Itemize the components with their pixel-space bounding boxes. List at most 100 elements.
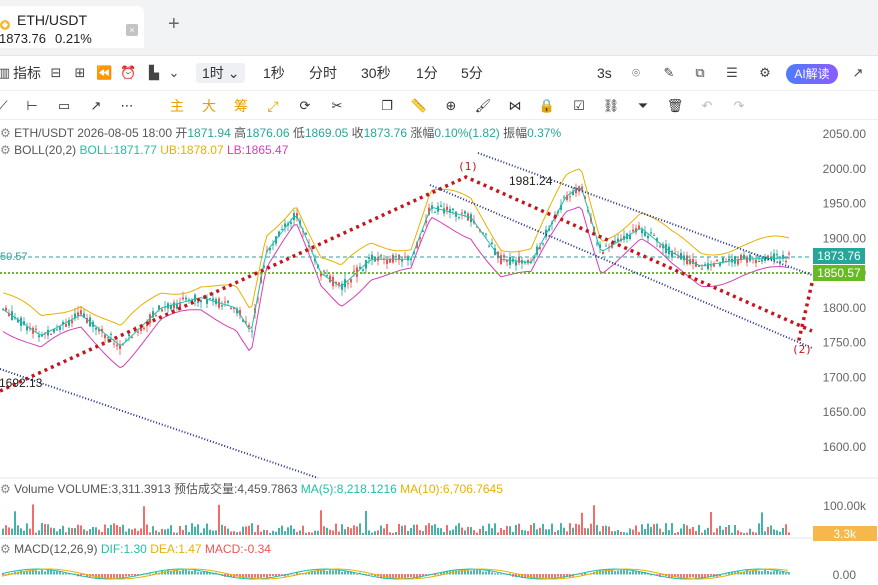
candle-body [56,329,58,331]
erase-drawing-icon[interactable]: ✂ [328,97,346,115]
camera-icon[interactable]: ⌾ [628,65,644,81]
rewind-icon[interactable]: ⏪ [96,65,112,81]
volume-bar [449,530,451,535]
volume-settings-icon[interactable]: ⚙ [0,482,11,496]
interval-30s[interactable]: 30秒 [361,65,391,81]
volume-bar [269,532,271,535]
ai-interpret-button[interactable]: AI解读 [786,64,838,84]
candle-body [641,230,643,234]
candle-body [461,212,463,214]
candle-body [458,217,460,219]
volume-bar [734,524,736,535]
interval-1h[interactable]: 1时 ⌄ [196,63,246,83]
candle-body [488,245,490,247]
redo-icon[interactable]: ↷ [730,97,748,115]
arrow-tool-icon[interactable]: ↗ [87,97,105,115]
boll-settings-icon[interactable]: ⚙ [0,143,11,157]
wave-1-label: (1) [458,160,478,173]
volume-bar [416,524,418,535]
legend-settings-icon[interactable]: ⚙ [0,126,11,140]
trend-icon[interactable]: ↗ [850,65,866,81]
replay-speed[interactable]: 3s [597,65,612,81]
close-tab-icon[interactable]: × [126,24,138,36]
price-axis[interactable]: 2050.002000.001950.001900.001850.001800.… [823,127,867,454]
volume-bar [665,523,667,535]
hide-drawings-icon[interactable]: ☑ [570,97,588,115]
volume-bar [740,532,742,535]
tab-eth-usdt[interactable]: ◆ ETH/USDT 1873.76 0.21% × [0,6,144,48]
magnet-icon[interactable]: ⋈ [506,97,524,115]
volume-bar [365,510,367,535]
volume-bar [29,528,31,535]
more-tools-icon[interactable]: ⋯ [118,97,136,115]
trendline-tool-icon[interactable]: ⟋ [0,97,12,115]
link-icon[interactable]: ⛓ [602,97,620,115]
line-price-tag-text: 1850.57 [817,266,861,280]
boll-name: BOLL(20,2) [14,143,77,157]
list-icon[interactable]: ☰ [724,65,740,81]
horizontal-line-tool-icon[interactable]: ⊢ [23,97,41,115]
volume-bar [92,527,94,535]
interval-timeshare[interactable]: 分时 [309,65,337,81]
volume-bar [104,524,106,535]
add-tab-button[interactable]: + [168,14,180,34]
add-window-icon[interactable]: ⧉ [692,65,708,81]
volume-bar [290,525,292,535]
macd-bar [200,571,202,575]
layout-icon[interactable]: ⊟ [48,65,64,81]
interval-1s[interactable]: 1秒 [263,65,285,81]
macd-settings-icon[interactable]: ⚙ [0,542,11,556]
chip-tool[interactable]: 筹 [232,97,250,115]
chart-type-icon[interactable]: ▙ [146,65,162,81]
rectangle-tool-icon[interactable]: ▭ [55,97,73,115]
undo-icon[interactable]: ↶ [698,97,716,115]
volume-bar [359,523,361,535]
wave-line-2[interactable] [796,282,814,345]
copy-icon[interactable]: ❐ [378,97,396,115]
interval-1m[interactable]: 1分 [416,65,438,81]
macd-bar [407,574,409,578]
volume-bar [761,512,763,535]
big-order-tool[interactable]: 大 [200,97,218,115]
volume-bar [749,528,751,535]
indicators-icon[interactable]: ▥ [0,65,12,81]
chart-type-dropdown-icon[interactable]: ⌄ [166,65,182,81]
legend-amp: 0.37% [527,126,562,140]
delete-icon[interactable]: 🗑 [666,97,684,115]
ruler-icon[interactable]: 📏 [410,97,428,115]
trough-label: 1692.13 [0,376,43,390]
compare-icon[interactable]: ⊞ [72,65,88,81]
filter-icon[interactable]: ⏷ [634,97,652,115]
lock-icon[interactable]: 🔒 [538,97,556,115]
macd-bar [539,574,541,578]
volume-bar [146,524,148,535]
candle-body [305,233,307,235]
macd-bar [692,574,694,578]
chart-toolbar: ▥ 指标 ⊟ ⊞ ⏪ ⏰ ▙ ⌄ 1时 ⌄ 1秒 分时 30秒 1分 5分 3s… [0,57,878,91]
wave-line-1[interactable] [0,175,813,393]
legend-close: 1873.76 [363,126,407,140]
zoom-in-icon[interactable]: ⊕ [442,97,460,115]
volume-bar [71,528,73,535]
macd-bar [473,569,475,575]
macd-bar [53,571,55,575]
volume-bar [107,528,109,535]
main-chart-tool[interactable]: 主 [168,97,186,115]
macd-bar [491,572,493,575]
interval-5m[interactable]: 5分 [461,65,483,81]
settings-icon[interactable]: ⚙ [757,65,773,81]
indicators-button[interactable]: 指标 [13,65,41,81]
candle-body [182,297,184,300]
smart-draw-icon[interactable]: ⤢ [264,97,282,115]
alarm-icon[interactable]: ⏰ [120,65,136,81]
volume-bar [719,525,721,535]
sync-icon[interactable]: ⟳ [296,97,314,115]
channel-lower[interactable] [429,184,813,349]
volume-bar [764,531,766,535]
price-chart-svg[interactable]: (1) (2) 1981.24 1692.13 50.57 2050.00 200… [0,121,878,585]
brush-icon[interactable]: 🖌 [474,97,492,115]
chart-area[interactable]: (1) (2) 1981.24 1692.13 50.57 2050.00 200… [0,121,878,585]
price-axis-tick: 2000.00 [823,162,867,176]
channel-lower-left[interactable] [0,368,319,479]
pencil-icon[interactable]: ✎ [661,65,677,81]
